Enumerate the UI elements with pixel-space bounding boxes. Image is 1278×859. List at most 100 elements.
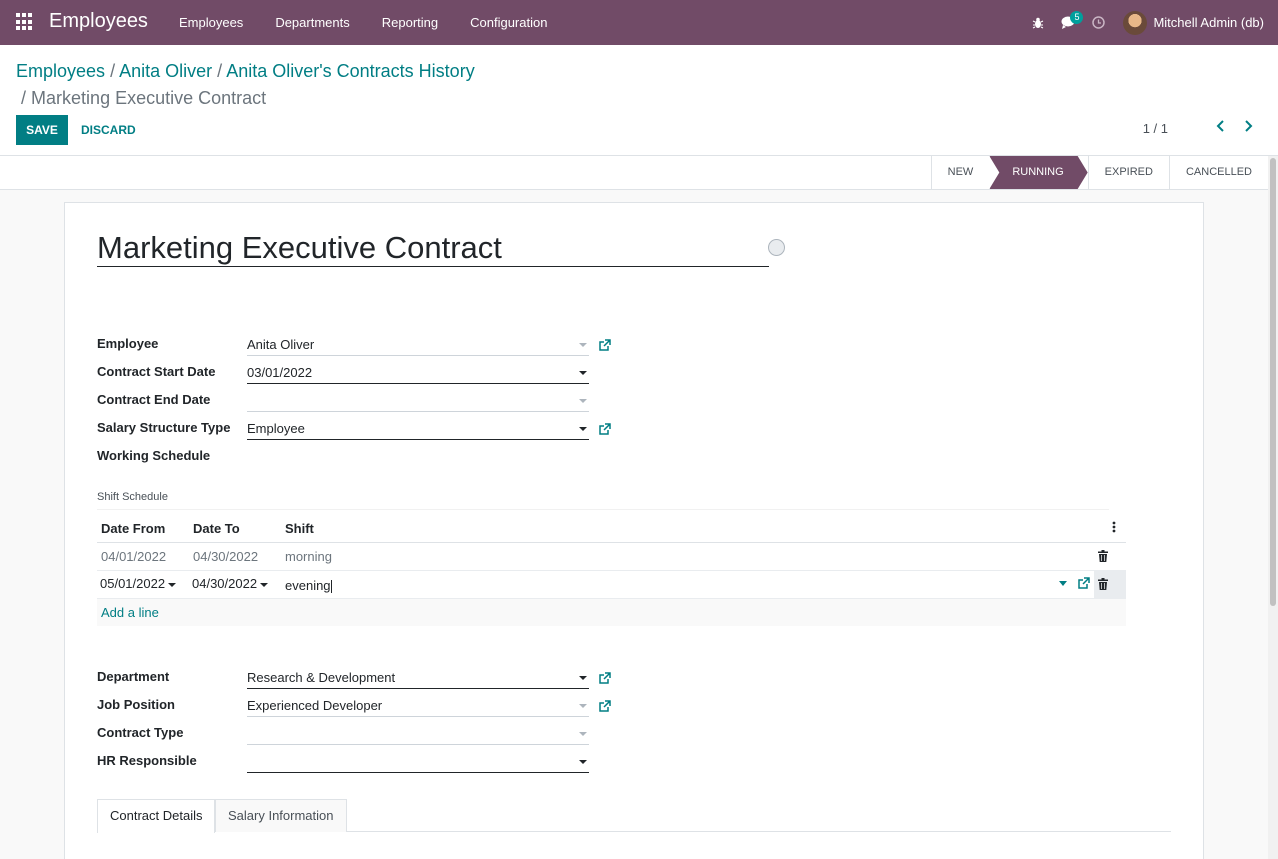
messaging-icon[interactable]: 5 [1053, 0, 1084, 45]
external-link-icon[interactable] [598, 672, 612, 686]
row-shift-input[interactable]: evening [285, 578, 332, 594]
save-button[interactable]: SAVE [16, 115, 68, 145]
activity-clock-icon[interactable] [1083, 0, 1113, 45]
messages-count-badge: 5 [1070, 11, 1084, 24]
dropdown-caret-icon [579, 732, 587, 736]
external-link-icon[interactable] [598, 339, 612, 353]
hr-responsible-field[interactable] [247, 751, 589, 773]
stage-cancelled[interactable]: CANCELLED [1168, 156, 1268, 189]
row-date-to: 04/30/2022 [193, 549, 259, 564]
tab-contract-details[interactable]: Contract Details [97, 799, 216, 833]
dropdown-caret-icon [579, 760, 587, 764]
apps-menu-icon[interactable] [16, 13, 34, 31]
systray: 5 Mitchell Admin (db) [1023, 0, 1278, 45]
debug-bug-icon[interactable] [1023, 0, 1053, 45]
breadcrumb-current: Marketing Executive Contract [31, 88, 267, 108]
external-link-icon[interactable] [598, 700, 612, 714]
pager-previous-icon[interactable] [1211, 119, 1231, 139]
job-position-field[interactable]: Experienced Developer [247, 695, 589, 717]
optional-columns-icon[interactable] [1112, 521, 1122, 535]
dropdown-caret-icon [579, 399, 587, 403]
top-navbar: Employees Employees Departments Reportin… [0, 0, 1278, 45]
department-field[interactable]: Research & Development [247, 667, 589, 689]
employee-label: Employee [97, 336, 159, 351]
delete-row-trash-icon[interactable] [1098, 550, 1108, 562]
main-menu: Employees Departments Reporting Configur… [163, 0, 563, 45]
user-menu[interactable]: Mitchell Admin (db) [1123, 10, 1264, 35]
dropdown-caret-icon [579, 704, 587, 708]
column-date-to[interactable]: Date To [193, 521, 240, 536]
delete-row-trash-icon[interactable] [1098, 578, 1108, 590]
breadcrumb-separator: / [110, 61, 116, 81]
row-date-from: 04/01/2022 [101, 549, 167, 564]
add-line-link[interactable]: Add a line [101, 605, 159, 620]
shift-schedule-table: Date From Date To Shift 04/01/2022 04/30… [97, 514, 1126, 626]
external-link-icon[interactable] [1077, 577, 1090, 593]
text-cursor [330, 580, 332, 594]
job-position-value: Experienced Developer [247, 698, 383, 713]
start-date-value: 03/01/2022 [247, 365, 313, 380]
row-date-to-input[interactable]: 04/30/2022 [192, 576, 269, 591]
row-shift-value: evening [285, 578, 331, 593]
breadcrumb-employee[interactable]: Anita Oliver [119, 61, 212, 81]
start-date-field[interactable]: 03/01/2022 [247, 362, 589, 384]
dropdown-caret-icon [168, 582, 177, 587]
form-sheet: Employee Anita Oliver Contract Start Dat… [64, 202, 1204, 859]
stage-running[interactable]: RUNNING [989, 156, 1087, 189]
dropdown-caret-icon [260, 582, 269, 587]
salary-structure-type-value: Employee [247, 421, 305, 436]
salary-structure-type-label: Salary Structure Type [97, 420, 231, 435]
dropdown-caret-icon [579, 676, 587, 680]
stage-expired[interactable]: EXPIRED [1087, 156, 1169, 189]
employee-field[interactable]: Anita Oliver [247, 334, 589, 356]
row-date-from-input[interactable]: 05/01/2022 [100, 576, 177, 591]
breadcrumb-separator: / [21, 88, 27, 108]
scrollbar[interactable] [1268, 156, 1278, 859]
dropdown-caret-icon[interactable] [1059, 581, 1067, 586]
stage-new[interactable]: NEW [930, 156, 990, 189]
breadcrumb-contracts-history[interactable]: Anita Oliver's Contracts History [226, 61, 475, 81]
menu-departments[interactable]: Departments [259, 0, 365, 45]
start-date-label: Contract Start Date [97, 364, 216, 379]
job-position-label: Job Position [97, 697, 175, 712]
contract-type-label: Contract Type [97, 725, 184, 740]
add-line-row: Add a line [97, 599, 1126, 626]
dropdown-caret-icon [579, 371, 587, 375]
notebook-tabs: Contract Details Salary Information [97, 799, 1171, 833]
contract-name-input[interactable] [97, 229, 769, 267]
table-row-editing[interactable]: 05/01/2022 04/30/2022 evening [97, 571, 1126, 599]
status-bar: NEW RUNNING EXPIRED CANCELLED [0, 156, 1268, 190]
breadcrumb-employees[interactable]: Employees [16, 61, 105, 81]
menu-configuration[interactable]: Configuration [454, 0, 563, 45]
discard-button[interactable]: DISCARD [73, 115, 144, 145]
stage-selector: NEW RUNNING EXPIRED CANCELLED [930, 156, 1268, 189]
menu-reporting[interactable]: Reporting [366, 0, 454, 45]
dropdown-caret-icon [579, 343, 587, 347]
row-shift: morning [285, 549, 332, 564]
avatar [1123, 10, 1148, 35]
user-name: Mitchell Admin (db) [1153, 15, 1264, 30]
column-date-from[interactable]: Date From [101, 521, 165, 536]
pager-value[interactable]: 1 / 1 [1143, 121, 1168, 136]
app-name[interactable]: Employees [49, 10, 148, 33]
control-panel: Employees / Anita Oliver / Anita Oliver'… [0, 45, 1278, 156]
column-shift[interactable]: Shift [285, 521, 314, 536]
breadcrumb: Employees / Anita Oliver / Anita Oliver'… [16, 58, 616, 112]
shift-schedule-title: Shift Schedule [97, 491, 1109, 510]
hr-responsible-label: HR Responsible [97, 753, 197, 768]
salary-structure-type-field[interactable]: Employee [247, 418, 589, 440]
tab-salary-information[interactable]: Salary Information [215, 799, 347, 832]
menu-employees[interactable]: Employees [163, 0, 259, 45]
scrollbar-thumb[interactable] [1270, 158, 1276, 606]
external-link-icon[interactable] [598, 423, 612, 437]
kanban-state-indicator[interactable] [768, 239, 785, 256]
contract-type-field[interactable] [247, 723, 589, 745]
employee-value: Anita Oliver [247, 337, 315, 352]
dropdown-caret-icon [579, 427, 587, 431]
department-label: Department [97, 669, 170, 684]
working-schedule-label: Working Schedule [97, 448, 211, 463]
table-row[interactable]: 04/01/2022 04/30/2022 morning [97, 543, 1126, 571]
row-date-to-value: 04/30/2022 [192, 576, 258, 591]
end-date-field[interactable] [247, 390, 589, 412]
pager-next-icon[interactable] [1238, 119, 1258, 139]
